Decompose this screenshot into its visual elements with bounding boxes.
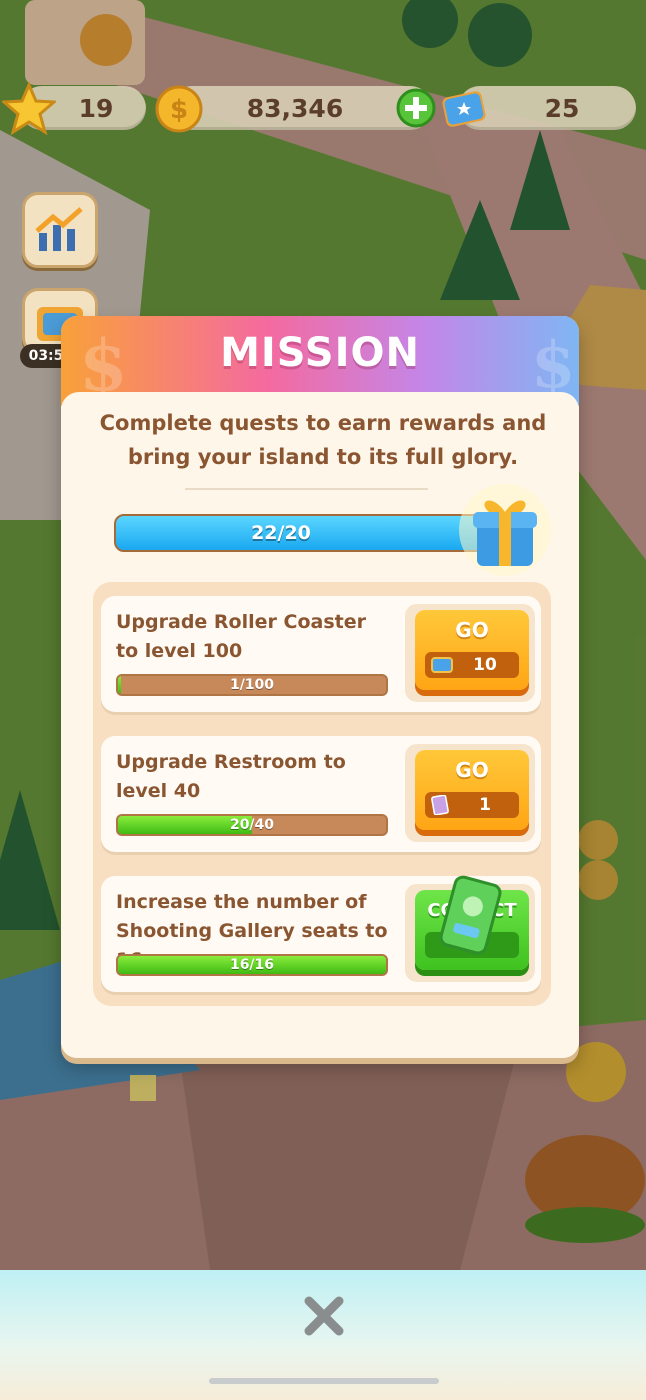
cash-counter: 83,346 — [170, 86, 432, 130]
quest-action-area: GO 1 — [405, 744, 535, 842]
quest-card: Increase the number of Shooting Gallery … — [101, 875, 541, 992]
add-cash-icon[interactable] — [396, 88, 436, 128]
stars-value: 19 — [78, 93, 114, 123]
close-icon — [304, 1296, 344, 1336]
green-ticket-icon — [439, 875, 502, 955]
reward-badge: 10 — [425, 652, 519, 678]
quest-list: Upgrade Roller Coaster to level 100 1/10… — [93, 582, 551, 1006]
reward-badge: 1 — [425, 792, 519, 818]
quest-progress-bar: 16/16 — [116, 954, 388, 976]
quest-progress-text: 1/100 — [229, 677, 275, 693]
quest-card: Upgrade Roller Coaster to level 100 1/10… — [101, 596, 541, 712]
mission-title: MISSION — [220, 330, 420, 376]
star-icon — [2, 82, 56, 136]
go-button-label: GO — [455, 618, 489, 642]
mission-progress-bar: 22/20 — [114, 514, 488, 552]
reward-amount: 1 — [479, 795, 491, 815]
svg-text:$: $ — [170, 95, 188, 125]
go-button[interactable]: GO 1 — [415, 750, 529, 830]
go-button[interactable]: GO 10 — [415, 610, 529, 690]
quest-title: Upgrade Restroom to level 40 — [116, 751, 346, 802]
close-button[interactable] — [298, 1290, 350, 1342]
tickets-value: 25 — [544, 93, 580, 123]
quest-title: Upgrade Roller Coaster to level 100 — [116, 611, 366, 662]
quest-progress-bar: 1/100 — [116, 674, 388, 696]
quest-progress-text: 16/16 — [229, 957, 275, 973]
quest-action-area: GO 10 — [405, 604, 535, 702]
mission-description: Complete quests to earn rewards and brin… — [99, 411, 547, 469]
quest-progress-text: 20/40 — [229, 817, 275, 833]
reward-amount: 10 — [473, 655, 497, 675]
go-button-label: GO — [455, 758, 489, 782]
home-indicator[interactable] — [209, 1378, 439, 1384]
mission-progress-text: 22/20 — [251, 522, 311, 544]
cash-value: 83,346 — [246, 93, 344, 123]
quest-card: Upgrade Restroom to level 40 20/40 GO 1 — [101, 736, 541, 852]
card-icon — [431, 795, 449, 815]
quest-progress-bar: 20/40 — [116, 814, 388, 836]
stats-button[interactable] — [22, 192, 98, 268]
dollar-coin-icon: $ — [155, 85, 203, 133]
chart-growth-icon — [35, 207, 83, 251]
gift-box-icon[interactable] — [455, 480, 555, 580]
ticket-stack-icon — [431, 657, 453, 673]
quest-action-area: COLLECT — [405, 875, 535, 982]
divider — [185, 488, 428, 490]
ticket-stack-icon — [442, 91, 486, 127]
